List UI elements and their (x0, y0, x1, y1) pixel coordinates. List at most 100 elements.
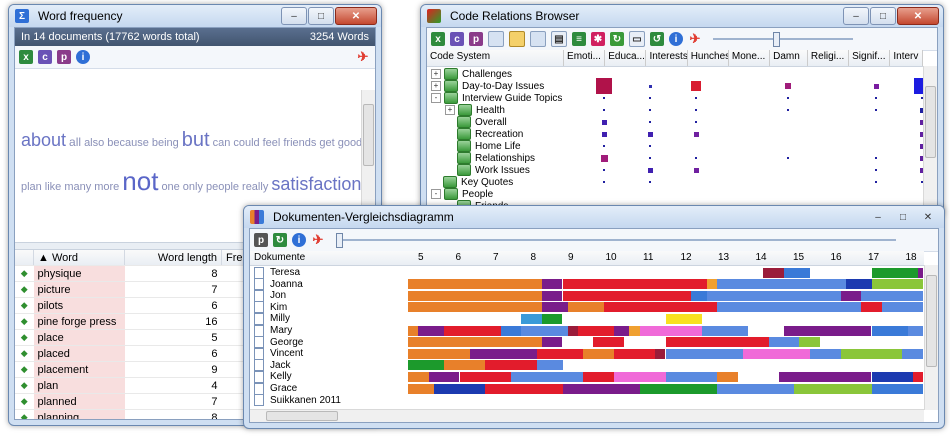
relation-mark[interactable] (695, 121, 697, 123)
cloud-word[interactable]: many (64, 181, 91, 193)
code-row[interactable]: Recreation (445, 128, 523, 140)
relation-mark[interactable] (603, 145, 605, 147)
coded-segment[interactable] (408, 371, 429, 382)
maximize-button[interactable]: □ (891, 208, 915, 226)
expand-toggle[interactable]: + (445, 105, 455, 115)
column-header[interactable]: Damn (770, 50, 808, 66)
coded-segment[interactable] (717, 371, 738, 382)
coded-segment[interactable] (783, 325, 872, 336)
code-row[interactable]: + Day-to-Day Issues (431, 80, 544, 92)
cloud-word[interactable]: but (182, 129, 210, 151)
coded-segment[interactable] (428, 371, 460, 382)
code-row[interactable]: + Health (445, 104, 505, 116)
cloud-word[interactable]: also (84, 137, 104, 149)
expand-toggle[interactable]: + (431, 69, 441, 79)
sync-icon[interactable]: ↺ (650, 32, 664, 46)
relation-mark[interactable] (603, 181, 605, 183)
relation-mark[interactable] (647, 167, 653, 173)
column-header[interactable]: Code System (427, 50, 565, 66)
coded-segment[interactable] (541, 313, 563, 324)
relation-mark[interactable] (875, 157, 877, 159)
run-icon[interactable]: ✈ (356, 49, 370, 64)
coded-segment[interactable] (614, 325, 630, 336)
relation-mark[interactable] (648, 84, 652, 88)
copy-icon[interactable]: c (450, 32, 464, 46)
coded-segment[interactable] (536, 360, 563, 371)
cloud-word[interactable]: one (161, 181, 179, 193)
close-button[interactable]: ✕ (916, 208, 940, 226)
cloud-word[interactable]: really (242, 181, 268, 193)
document-comparison-window[interactable]: Dokumenten-Vergleichsdiagramm – □ ✕ p ↻ … (243, 205, 945, 429)
coded-segment[interactable] (871, 267, 918, 278)
relation-mark[interactable] (649, 157, 651, 159)
coded-segment[interactable] (737, 371, 779, 382)
column-header-word[interactable]: ▲ Word (33, 250, 125, 266)
coded-segment[interactable] (541, 290, 563, 301)
coded-segment[interactable] (418, 325, 445, 336)
column-header[interactable]: Religi... (808, 50, 850, 66)
coded-segment[interactable] (541, 337, 563, 348)
relation-mark[interactable] (603, 109, 605, 111)
document-comparison-titlebar[interactable]: Dokumenten-Vergleichsdiagramm – □ ✕ (244, 206, 944, 228)
cloud-word[interactable]: satisfaction (271, 174, 361, 194)
activate-icon[interactable]: ✱ (591, 32, 605, 46)
coded-segment[interactable] (500, 325, 522, 336)
coded-segment[interactable] (665, 348, 743, 359)
cloud-word[interactable]: friends (283, 137, 316, 149)
column-header[interactable]: Educa... (605, 50, 647, 66)
coded-segment[interactable] (603, 302, 717, 313)
column-header-word-length[interactable]: Word length (124, 250, 222, 266)
info-icon[interactable]: i (76, 50, 90, 64)
code-row[interactable]: - People (431, 188, 493, 200)
coded-segment[interactable] (861, 302, 882, 313)
code-row[interactable]: Home Life (445, 140, 521, 152)
coded-segment[interactable] (701, 325, 748, 336)
document-row[interactable]: Teresa (250, 266, 300, 279)
coded-segment[interactable] (433, 383, 486, 394)
coded-segment[interactable] (799, 337, 820, 348)
column-header[interactable]: Emoti... (564, 50, 606, 66)
coded-segment[interactable] (485, 360, 537, 371)
coded-segment[interactable] (577, 325, 614, 336)
coded-segment[interactable] (768, 337, 800, 348)
coded-segment[interactable] (691, 290, 707, 301)
coded-segment[interactable] (408, 325, 419, 336)
relation-mark[interactable] (787, 109, 789, 111)
relation-mark[interactable] (603, 97, 605, 99)
coded-segment[interactable] (639, 325, 702, 336)
zoom-slider[interactable] (713, 32, 853, 47)
coded-segment[interactable] (521, 313, 542, 324)
columns-icon[interactable] (509, 31, 525, 47)
coded-segment[interactable] (469, 348, 537, 359)
code-row[interactable]: Key Quotes (431, 176, 513, 188)
refresh-icon[interactable]: ↻ (273, 233, 287, 247)
relation-mark[interactable] (875, 109, 877, 111)
coded-segment[interactable] (541, 302, 568, 313)
code-row[interactable]: Work Issues (445, 164, 530, 176)
column-header[interactable]: Interv (890, 50, 924, 66)
document-row[interactable]: Suikkanen 2011 (250, 394, 341, 407)
relation-mark[interactable] (875, 169, 877, 171)
relation-mark[interactable] (600, 154, 608, 162)
expand-toggle[interactable]: - (431, 93, 441, 103)
coded-segment[interactable] (408, 279, 542, 290)
relation-mark[interactable] (787, 97, 789, 99)
relation-mark[interactable] (649, 97, 651, 99)
coded-segment[interactable] (742, 348, 810, 359)
coded-segment[interactable] (917, 267, 923, 278)
column-header[interactable]: Signif... (849, 50, 891, 66)
relation-mark[interactable] (601, 131, 607, 137)
cloud-word[interactable]: being (152, 137, 179, 149)
filter-icon[interactable]: ≡ (572, 32, 586, 46)
coded-segment[interactable] (665, 313, 702, 324)
coded-segment[interactable] (820, 337, 923, 348)
relation-mark[interactable] (691, 81, 701, 91)
cloud-word[interactable]: all (69, 135, 81, 149)
info-icon[interactable]: i (292, 233, 306, 247)
relation-mark[interactable] (649, 145, 651, 147)
document-row[interactable]: Kelly (250, 370, 292, 383)
coded-segment[interactable] (840, 348, 903, 359)
coded-segment[interactable] (902, 348, 923, 359)
relation-mark[interactable] (649, 109, 651, 111)
coded-segment[interactable] (706, 279, 717, 290)
